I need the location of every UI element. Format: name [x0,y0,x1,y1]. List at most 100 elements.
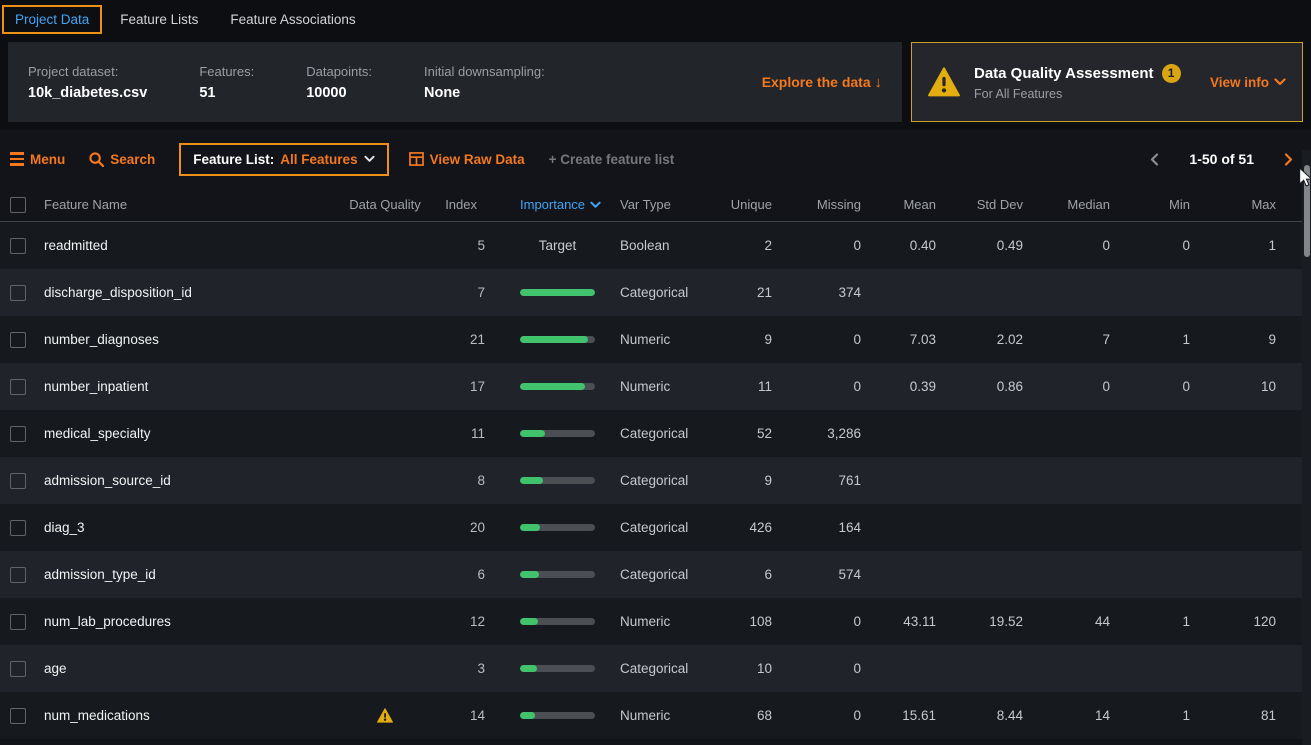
column-header-unique[interactable]: Unique [700,197,780,212]
std-dev-value: 0.86 [944,379,1031,394]
column-header-missing[interactable]: Missing [780,197,869,212]
tab-feature-associations[interactable]: Feature Associations [230,12,355,27]
warning-triangle-icon [928,67,960,97]
importance-bar-fill [520,618,538,625]
data-quality-warning-icon[interactable] [377,708,393,723]
max-value: 9 [1198,332,1284,347]
dqa-title: Data Quality Assessment [974,65,1154,82]
previous-page-button[interactable] [1150,153,1159,166]
top-tab-bar: Project Data Feature Lists Feature Assoc… [0,0,1311,38]
table-row[interactable]: number_diagnoses 21 Numeric 9 0 7.03 2.0… [0,316,1311,363]
mean-value: 0.40 [869,238,944,253]
feature-name[interactable]: number_inpatient [44,379,330,394]
feature-name[interactable]: diag_3 [44,520,330,535]
feature-list-dropdown[interactable]: Feature List: All Features [179,143,388,176]
menu-label: Menu [30,152,65,167]
row-checkbox[interactable] [10,567,26,583]
table-row[interactable]: diag_3 20 Categorical 426 164 [0,504,1311,551]
var-type-value: Numeric [612,614,700,629]
tab-project-data[interactable]: Project Data [2,5,102,34]
importance-cell [485,524,612,531]
column-header-index[interactable]: Index [440,197,485,212]
column-header-feature-name[interactable]: Feature Name [44,197,330,212]
row-checkbox[interactable] [10,426,26,442]
min-value: 0 [1118,238,1198,253]
importance-cell [485,383,612,390]
feature-name[interactable]: num_lab_procedures [44,614,330,629]
column-header-max[interactable]: Max [1198,197,1284,212]
create-feature-list-button[interactable]: + Create feature list [549,152,675,167]
data-quality-assessment-card[interactable]: Data Quality Assessment 1 For All Featur… [911,42,1303,122]
column-header-median[interactable]: Median [1031,197,1118,212]
info-bar: Project dataset: 10k_diabetes.csv Featur… [8,42,1303,122]
feature-name[interactable]: readmitted [44,238,330,253]
index-value: 21 [440,332,485,347]
column-header-mean[interactable]: Mean [869,197,944,212]
importance-bar-fill [520,712,535,719]
explore-label: Explore the data [762,74,871,90]
row-checkbox[interactable] [10,332,26,348]
table-row[interactable]: admission_type_id 6 Categorical 6 574 [0,551,1311,598]
table-row[interactable]: readmitted 5 Target Boolean 2 0 0.40 0.4… [0,222,1311,269]
std-dev-value: 8.44 [944,708,1031,723]
column-header-std-dev[interactable]: Std Dev [944,197,1031,212]
var-type-value: Categorical [612,661,700,676]
feature-name[interactable]: admission_source_id [44,473,330,488]
feature-name[interactable]: num_medications [44,708,330,723]
var-type-value: Numeric [612,332,700,347]
feature-name[interactable]: medical_specialty [44,426,330,441]
index-value: 7 [440,285,485,300]
target-label: Target [539,238,577,253]
table-row[interactable]: number_inpatient 17 Numeric 11 0 0.39 0.… [0,363,1311,410]
row-checkbox[interactable] [10,379,26,395]
feature-list-section: Menu Search Feature List: All Features V… [0,130,1311,745]
column-header-min[interactable]: Min [1118,197,1198,212]
menu-button[interactable]: Menu [10,152,65,167]
row-checkbox[interactable] [10,708,26,724]
missing-value: 0 [780,332,869,347]
feature-name[interactable]: age [44,661,330,676]
row-checkbox[interactable] [10,614,26,630]
view-raw-data-button[interactable]: View Raw Data [409,152,525,167]
column-header-var-type[interactable]: Var Type [612,197,700,212]
stat-label: Datapoints: [306,64,372,79]
search-icon [89,152,104,167]
row-checkbox[interactable] [10,520,26,536]
next-page-button[interactable] [1284,153,1293,166]
table-row[interactable]: discharge_disposition_id 7 Categorical 2… [0,269,1311,316]
importance-bar [520,477,595,484]
vertical-scrollbar-track[interactable] [1302,150,1311,745]
table-row[interactable]: admission_source_id 8 Categorical 9 761 [0,457,1311,504]
row-checkbox[interactable] [10,473,26,489]
importance-bar [520,289,595,296]
var-type-value: Categorical [612,285,700,300]
table-row[interactable]: medical_specialty 11 Categorical 52 3,28… [0,410,1311,457]
median-value: 0 [1031,238,1118,253]
column-header-importance[interactable]: Importance [485,197,612,212]
var-type-value: Categorical [612,520,700,535]
feature-name[interactable]: admission_type_id [44,567,330,582]
column-header-data-quality[interactable]: Data Quality [330,197,440,212]
row-checkbox[interactable] [10,661,26,677]
vertical-scrollbar-thumb[interactable] [1304,165,1310,257]
var-type-value: Categorical [612,426,700,441]
explore-the-data-link[interactable]: Explore the data ↓ [762,74,882,91]
feature-name[interactable]: discharge_disposition_id [44,285,330,300]
search-button[interactable]: Search [89,152,155,167]
create-feature-list-label: + Create feature list [549,152,675,167]
missing-value: 0 [780,708,869,723]
feature-name[interactable]: number_diagnoses [44,332,330,347]
select-all-checkbox[interactable] [10,197,26,213]
row-checkbox[interactable] [10,238,26,254]
row-checkbox[interactable] [10,285,26,301]
importance-cell [485,571,612,578]
table-row[interactable]: num_lab_procedures 12 Numeric 108 0 43.1… [0,598,1311,645]
var-type-value: Numeric [612,708,700,723]
unique-value: 2 [700,238,780,253]
tab-feature-lists[interactable]: Feature Lists [120,12,198,27]
table-row[interactable]: age 3 Categorical 10 0 [0,645,1311,692]
view-info-button[interactable]: View info [1210,75,1286,90]
table-row[interactable]: num_medications 14 Numeric 68 0 15.61 8.… [0,692,1311,739]
importance-cell [485,712,612,719]
view-raw-data-label: View Raw Data [430,152,525,167]
